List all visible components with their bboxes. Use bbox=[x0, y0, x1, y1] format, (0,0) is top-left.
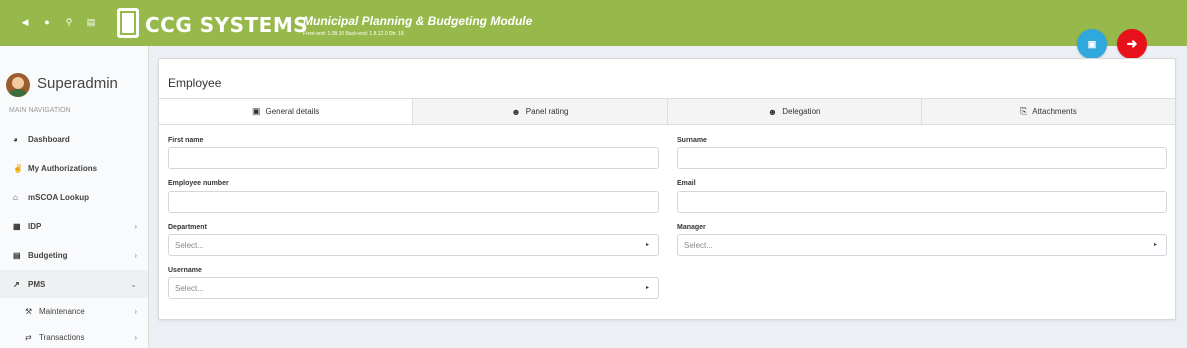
save-button[interactable]: ▣ bbox=[1077, 29, 1107, 59]
sidebar-item-pms[interactable]: ↗ PMS ⌄ bbox=[0, 270, 148, 298]
sidebar-item-label: Budgeting bbox=[28, 250, 68, 260]
chevron-right-icon: › bbox=[134, 306, 137, 316]
users-icon: ☻ bbox=[767, 106, 778, 117]
tab-attachments[interactable]: ⎘ Attachments bbox=[920, 99, 1175, 124]
sidebar-subitem-transactions[interactable]: ⇄ Transactions › bbox=[0, 324, 148, 348]
username-select-value: Select... bbox=[175, 283, 204, 293]
sidebar-subitem-label: Maintenance bbox=[39, 306, 85, 316]
brand-name: CCG SYSTEMS bbox=[145, 13, 309, 37]
email-label: Email bbox=[677, 180, 696, 187]
chevron-right-icon: › bbox=[134, 332, 137, 342]
sidebar: Superadmin MAIN NAVIGATION ◕ Dashboard ✌… bbox=[0, 46, 149, 348]
employee-number-field[interactable] bbox=[168, 191, 659, 213]
tab-bar: ▣ General details ☻ Panel rating ☻ Deleg… bbox=[159, 98, 1175, 125]
arrow-back-icon: ➜ bbox=[1126, 36, 1138, 51]
employee-number-label: Employee number bbox=[168, 180, 229, 187]
sidebar-item-label: My Authorizations bbox=[28, 163, 98, 173]
sidebar-item-label: IDP bbox=[28, 221, 42, 231]
tab-label: General details bbox=[265, 107, 320, 116]
chevron-right-icon: › bbox=[134, 221, 137, 231]
users-icon: ☻ bbox=[511, 106, 521, 117]
department-label: Department bbox=[168, 224, 207, 231]
map-marker-icon[interactable]: ⚲ bbox=[58, 14, 80, 30]
exchange-icon: ⇄ bbox=[25, 332, 32, 342]
page-title: Employee bbox=[168, 76, 222, 90]
sidebar-subitem-maintenance[interactable]: ⚒ Maintenance › bbox=[0, 298, 148, 324]
sidebar-item-label: Dashboard bbox=[28, 134, 70, 144]
module-title: Municipal Planning & Budgeting Module bbox=[303, 14, 533, 28]
first-name-field[interactable] bbox=[168, 147, 659, 169]
sidebar-item-dashboard[interactable]: ◕ Dashboard bbox=[0, 125, 148, 153]
arrow-left-icon[interactable]: ◀ bbox=[14, 14, 36, 30]
back-button[interactable]: ➜ bbox=[1117, 29, 1147, 59]
avatar bbox=[6, 73, 30, 97]
manager-select[interactable]: Select... ▸ bbox=[677, 234, 1167, 256]
caret-right-icon: ▸ bbox=[1153, 242, 1157, 248]
lock-icon[interactable]: ● bbox=[36, 14, 58, 30]
topbar-icons: ◀ ● ⚲ ▤ bbox=[14, 14, 102, 30]
department-select-value: Select... bbox=[175, 240, 204, 250]
manager-select-value: Select... bbox=[684, 240, 713, 250]
top-bar: ◀ ● ⚲ ▤ CCG SYSTEMS Municipal Planning &… bbox=[0, 0, 1187, 59]
nav-heading: MAIN NAVIGATION bbox=[9, 107, 71, 114]
thumbs-up-icon: ✌ bbox=[13, 163, 23, 173]
first-name-label: First name bbox=[168, 137, 204, 144]
dashboard-icon: ◕ bbox=[13, 134, 18, 144]
calendar-icon: ▦ bbox=[13, 221, 21, 231]
user-name: Superadmin bbox=[37, 75, 118, 92]
version-info: Front-end: 1.08.10 Back-end: 1.8.12.0 Db… bbox=[303, 31, 404, 37]
archive-icon: ▣ bbox=[251, 106, 261, 116]
chevron-down-icon: ⌄ bbox=[130, 279, 137, 289]
wrench-icon: ⚒ bbox=[25, 306, 33, 316]
sidebar-item-budgeting[interactable]: ▤ Budgeting › bbox=[0, 241, 148, 269]
tab-label: Attachments bbox=[1032, 107, 1077, 116]
chevron-right-icon: › bbox=[134, 250, 137, 260]
bank-icon: ⌂ bbox=[13, 192, 18, 202]
sidebar-item-my-authorizations[interactable]: ✌ My Authorizations bbox=[0, 154, 148, 182]
tab-delegation[interactable]: ☻ Delegation bbox=[666, 99, 921, 124]
tab-panel-rating[interactable]: ☻ Panel rating bbox=[412, 99, 667, 124]
department-select[interactable]: Select... ▸ bbox=[168, 234, 659, 256]
sidebar-item-label: PMS bbox=[28, 279, 46, 289]
surname-field[interactable] bbox=[677, 147, 1167, 169]
tab-label: Delegation bbox=[782, 107, 821, 116]
line-chart-icon: ↗ bbox=[13, 279, 20, 289]
username-label: Username bbox=[168, 267, 202, 274]
surname-label: Surname bbox=[677, 137, 707, 144]
money-icon: ▤ bbox=[13, 250, 21, 260]
username-select[interactable]: Select... ▸ bbox=[168, 277, 659, 299]
manager-label: Manager bbox=[677, 224, 706, 231]
sidebar-item-idp[interactable]: ▦ IDP › bbox=[0, 212, 148, 240]
employee-panel: Employee ▣ General details ☻ Panel ratin… bbox=[158, 58, 1176, 320]
caret-right-icon: ▸ bbox=[645, 285, 649, 291]
caret-right-icon: ▸ bbox=[645, 242, 649, 248]
tab-label: Panel rating bbox=[525, 107, 569, 116]
sidebar-item-mscoa-lookup[interactable]: ⌂ mSCOA Lookup bbox=[0, 183, 148, 211]
save-icon: ▣ bbox=[1087, 38, 1097, 49]
id-card-icon[interactable]: ▤ bbox=[80, 14, 102, 30]
email-field[interactable] bbox=[677, 191, 1167, 213]
logo-icon bbox=[117, 8, 139, 38]
sidebar-item-label: mSCOA Lookup bbox=[28, 192, 90, 202]
tab-general-details[interactable]: ▣ General details bbox=[159, 99, 413, 124]
files-icon: ⎘ bbox=[1020, 106, 1028, 116]
sidebar-subitem-label: Transactions bbox=[39, 332, 85, 342]
